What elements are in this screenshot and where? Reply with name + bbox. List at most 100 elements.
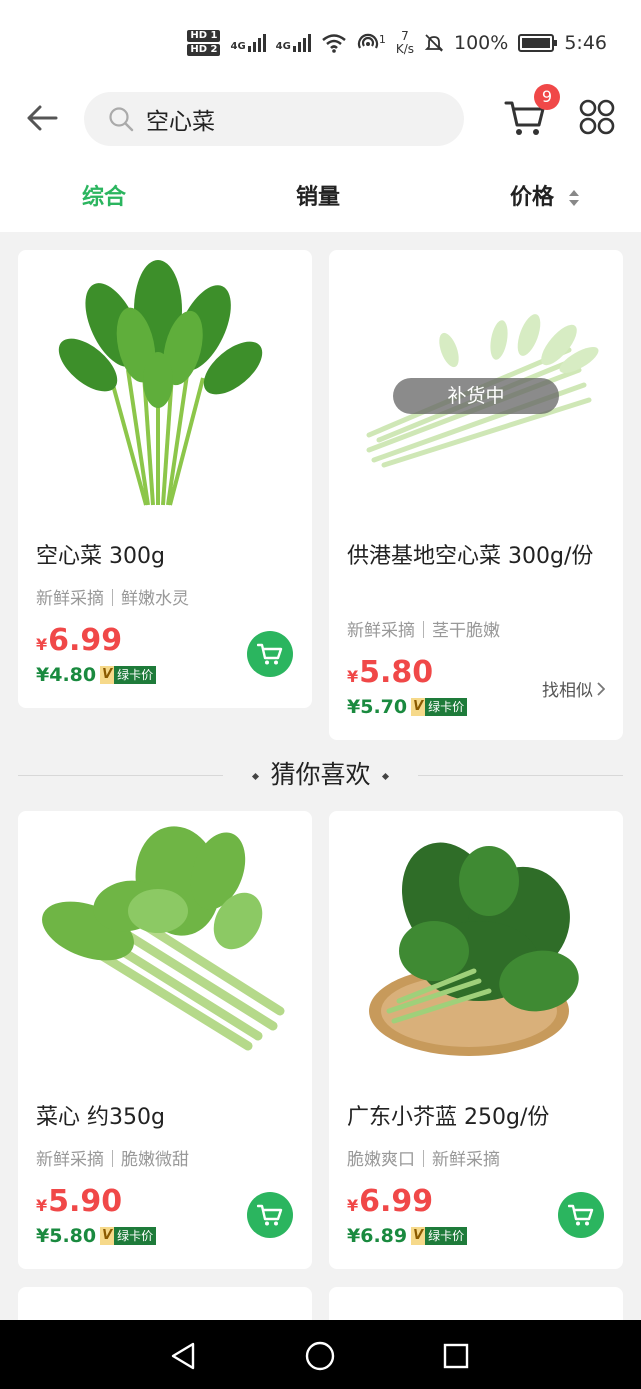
- add-to-cart-button[interactable]: [247, 1192, 293, 1238]
- nav-recents-button[interactable]: [438, 1338, 474, 1374]
- cart-plus-icon: [257, 643, 283, 665]
- product-card[interactable]: 空心菜 300g 新鲜采摘｜鲜嫩水灵 ¥6.99 ¥4.80 V 绿卡价: [18, 250, 312, 708]
- nav-back-button[interactable]: [165, 1338, 201, 1374]
- circle-home-icon: [305, 1341, 335, 1371]
- back-button[interactable]: [22, 92, 62, 144]
- price-symbol: ¥: [36, 635, 48, 654]
- vip-label: 绿卡价: [425, 698, 468, 716]
- network-type-2: 4G: [275, 41, 291, 52]
- signal-2: 4G: [276, 34, 311, 52]
- diamond-icon: [252, 772, 260, 780]
- vip-v-badge: V: [100, 1227, 115, 1245]
- wifi-icon: [322, 34, 346, 53]
- hd2-label: HD 2: [187, 44, 221, 56]
- vip-label: 绿卡价: [114, 1227, 157, 1245]
- vip-price-row: ¥6.89 V 绿卡价: [347, 1225, 468, 1247]
- price-symbol: ¥: [347, 1196, 359, 1215]
- vip-price: ¥4.80: [36, 664, 97, 686]
- signal-icon: [292, 34, 311, 52]
- header: 9 综合 销量 价格: [0, 84, 641, 232]
- system-nav-bar: [0, 1320, 641, 1389]
- price-value: 6.99: [48, 623, 123, 658]
- hd1-label: HD 1: [187, 30, 221, 42]
- price-value: 6.99: [359, 1184, 434, 1219]
- product-subtitle: 脆嫩爽口｜新鲜采摘: [347, 1150, 500, 1170]
- find-similar-link[interactable]: 找相似: [542, 676, 605, 701]
- product-subtitle: 新鲜采摘｜茎干脆嫩: [347, 621, 500, 641]
- product-image-kai-lan: [369, 842, 579, 1056]
- product-image-water-spinach: [58, 260, 263, 506]
- vip-v-badge: V: [100, 666, 115, 684]
- vip-v-badge: V: [411, 698, 426, 716]
- tab-sales[interactable]: 销量: [296, 180, 340, 216]
- product-price: ¥5.80: [347, 656, 433, 694]
- signal-icon: [247, 34, 266, 52]
- product-subtitle: 新鲜采摘｜鲜嫩水灵: [36, 589, 189, 609]
- grid-menu-icon: [579, 99, 615, 135]
- more-menu-button[interactable]: [574, 92, 620, 142]
- add-to-cart-button[interactable]: [247, 631, 293, 677]
- hd-indicator: HD 1 HD 2: [187, 30, 221, 56]
- restock-overlay: 补货中: [393, 378, 559, 414]
- net-speed: 7 K/s: [396, 30, 414, 56]
- vip-tag: V 绿卡价: [411, 1227, 468, 1245]
- product-price: ¥6.99: [347, 1185, 433, 1223]
- cart-badge: 9: [534, 84, 560, 110]
- status-bar: HD 1 HD 2 4G 4G 1 7 K/s 100% 5:46: [0, 0, 641, 92]
- triangle-back-icon: [171, 1342, 195, 1370]
- cart-plus-icon: [568, 1204, 594, 1226]
- price-symbol: ¥: [347, 667, 359, 686]
- recommend-title: 猜你喜欢: [270, 760, 371, 789]
- sort-tabs: 综合 销量 价格: [0, 180, 641, 216]
- recommend-divider: 猜你喜欢: [18, 756, 623, 794]
- vip-price: ¥5.80: [36, 1225, 97, 1247]
- vip-price-row: ¥5.70 V 绿卡价: [347, 696, 468, 718]
- vip-tag: V 绿卡价: [100, 666, 157, 684]
- chevron-right-icon: [597, 681, 605, 696]
- hotspot-count: 1: [378, 33, 386, 46]
- network-type-1: 4G: [230, 41, 246, 52]
- product-price: ¥5.90: [36, 1185, 122, 1223]
- diamond-icon: [381, 772, 389, 780]
- product-title: 供港基地空心菜 300g/份: [347, 544, 594, 569]
- product-subtitle: 新鲜采摘｜脆嫩微甜: [36, 1150, 189, 1170]
- net-speed-unit: K/s: [395, 42, 414, 56]
- vip-price-row: ¥4.80 V 绿卡价: [36, 664, 157, 686]
- product-title: 空心菜 300g: [36, 544, 165, 569]
- vip-tag: V 绿卡价: [411, 698, 468, 716]
- tab-comprehensive[interactable]: 综合: [82, 180, 126, 216]
- vip-price-row: ¥5.80 V 绿卡价: [36, 1225, 157, 1247]
- find-similar-label: 找相似: [542, 681, 593, 701]
- cart-plus-icon: [257, 1204, 283, 1226]
- price-symbol: ¥: [36, 1196, 48, 1215]
- product-card[interactable]: 补货中 供港基地空心菜 300g/份 新鲜采摘｜茎干脆嫩 ¥5.80 ¥5.70…: [329, 250, 623, 740]
- signal-1: 4G: [230, 34, 266, 52]
- square-recents-icon: [443, 1343, 469, 1369]
- clock: 5:46: [564, 32, 607, 54]
- hotspot-icon: [357, 33, 378, 49]
- recommend-heading: 猜你喜欢: [18, 756, 623, 794]
- search-bar[interactable]: [84, 92, 464, 146]
- tab-price[interactable]: 价格: [510, 180, 554, 216]
- vip-label: 绿卡价: [425, 1227, 468, 1245]
- battery-percent: 100%: [454, 32, 509, 54]
- vip-tag: V 绿卡价: [100, 1227, 157, 1245]
- price-value: 5.90: [48, 1184, 123, 1219]
- product-price: ¥6.99: [36, 624, 122, 662]
- product-title: 广东小芥蓝 250g/份: [347, 1105, 550, 1130]
- product-card[interactable]: 菜心 约350g 新鲜采摘｜脆嫩微甜 ¥5.90 ¥5.80 V 绿卡价: [18, 811, 312, 1269]
- search-icon: [109, 107, 134, 132]
- vip-label: 绿卡价: [114, 666, 157, 684]
- search-input[interactable]: [146, 106, 426, 132]
- vip-v-badge: V: [411, 1227, 426, 1245]
- back-arrow-icon: [27, 105, 58, 131]
- nav-home-button[interactable]: [302, 1338, 338, 1374]
- product-title: 菜心 约350g: [36, 1105, 165, 1130]
- product-image-choy-sum: [42, 826, 285, 1051]
- product-card[interactable]: 广东小芥蓝 250g/份 脆嫩爽口｜新鲜采摘 ¥6.99 ¥6.89 V 绿卡价: [329, 811, 623, 1269]
- mute-bell-icon: [424, 34, 444, 52]
- hotspot-indicator: 1: [357, 33, 386, 53]
- add-to-cart-button[interactable]: [558, 1192, 604, 1238]
- vip-price: ¥5.70: [347, 696, 408, 718]
- vip-price: ¥6.89: [347, 1225, 408, 1247]
